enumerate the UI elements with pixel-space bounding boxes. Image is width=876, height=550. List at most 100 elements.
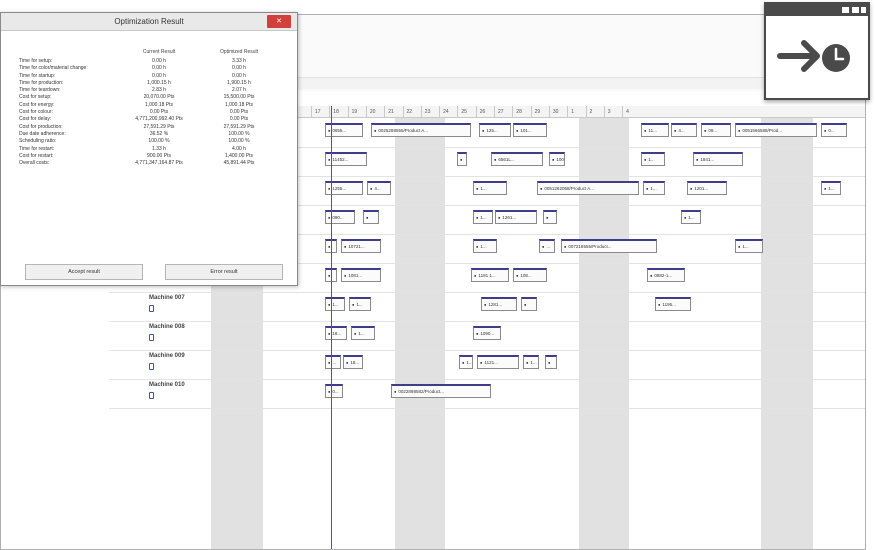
- job-bar[interactable]: 1...: [641, 152, 665, 166]
- result-current-value: 900.00 Pts: [147, 152, 171, 159]
- result-optimized-value: 45,891.44 Pts: [223, 160, 255, 167]
- machine-row[interactable]: Machine 007 1... 1... 1281... 1195...: [109, 292, 865, 322]
- result-row: Time for color/material change: 0.00 h 0.0…: [19, 65, 279, 72]
- day-header-cell: 24: [439, 106, 457, 118]
- result-label: Time for restart:: [19, 145, 55, 152]
- result-optimized-value: 100.00 %: [228, 138, 250, 145]
- job-bar[interactable]: 125...: [479, 123, 511, 137]
- result-optimized-value: 1,900.15 h: [227, 79, 251, 86]
- job-bar[interactable]: 100...: [549, 152, 565, 166]
- result-label: Time for production:: [19, 79, 64, 86]
- job-bar[interactable]: 09...: [701, 123, 731, 137]
- job-bar[interactable]: 1181 1...: [471, 268, 509, 282]
- day-header-cell: 22: [402, 106, 421, 118]
- job-bar[interactable]: 0882-1...: [647, 268, 685, 282]
- result-current-value: 20,070.00 Pts: [143, 94, 175, 101]
- job-bar[interactable]: 1...: [325, 297, 345, 311]
- result-row: Time for teardown: 2.83 h 2.07 h: [19, 87, 279, 94]
- job-bar[interactable]: 007218555/Product...: [561, 239, 657, 253]
- job-bar[interactable]: 090...: [325, 210, 355, 224]
- machine-trash-icon[interactable]: [149, 392, 154, 399]
- result-label: Cost for colour:: [19, 109, 53, 116]
- machine-trash-icon[interactable]: [149, 363, 154, 370]
- job-bar[interactable]: [545, 355, 557, 369]
- job-bar[interactable]: 18...: [343, 355, 363, 369]
- result-row: Cost for setup: 20,070.00 Pts 15,500.00 Pt…: [19, 94, 279, 101]
- job-bar[interactable]: 1...: [351, 326, 375, 340]
- job-bar[interactable]: ...: [325, 355, 341, 369]
- result-optimized-value: 0.00 Pts: [229, 109, 249, 116]
- result-row: Overall costs: 4,771,347,164.87 Pts 45,891…: [19, 160, 279, 167]
- job-bar[interactable]: 101...: [513, 123, 547, 137]
- machine-trash-icon[interactable]: [149, 334, 154, 341]
- job-bar[interactable]: 1261...: [495, 210, 537, 224]
- day-header-cell: 30: [548, 106, 567, 118]
- column-header-current: Current Result: [142, 49, 176, 55]
- job-bar[interactable]: 10721...: [341, 239, 381, 253]
- day-header-cell: 26: [475, 106, 494, 118]
- accept-result-button[interactable]: Accept result: [25, 264, 143, 280]
- job-bar[interactable]: 11...: [641, 123, 669, 137]
- day-header-cell: 18: [329, 106, 347, 118]
- job-bar[interactable]: [543, 210, 557, 224]
- result-current-value: 4,771,200,992.40 Pts: [135, 116, 183, 123]
- result-optimized-value: 0.00 Pts: [229, 116, 249, 123]
- machine-row[interactable]: Machine 010 0... 0022898582/Product...: [109, 379, 865, 409]
- job-bar[interactable]: 1...: [821, 181, 841, 195]
- job-bar[interactable]: 1081...: [341, 268, 381, 282]
- job-bar[interactable]: 1...: [523, 355, 539, 369]
- job-bar[interactable]: 1...: [643, 181, 665, 195]
- job-bar[interactable]: 1201...: [687, 181, 727, 195]
- job-bar[interactable]: 1...: [473, 210, 493, 224]
- dialog-title: Optimization Result: [114, 17, 184, 26]
- result-current-value: 1,000.18 Pts: [144, 101, 174, 108]
- day-header-cell: 28: [512, 106, 530, 118]
- job-bar[interactable]: 1...: [459, 355, 473, 369]
- job-bar[interactable]: 108...: [513, 268, 547, 282]
- machine-row[interactable]: Machine 008 18... 1... 1090...: [109, 321, 865, 351]
- job-bar[interactable]: 0051566588/Prod...: [735, 123, 817, 137]
- dialog-titlebar[interactable]: Optimization Result ✕: [1, 13, 297, 31]
- job-bar[interactable]: 0025288555/Product A...: [371, 123, 471, 137]
- job-bar[interactable]: 1281...: [481, 297, 517, 311]
- job-bar[interactable]: ...: [539, 239, 555, 253]
- result-row: Scheduling ratio: 100.00 % 100.00 %: [19, 138, 279, 145]
- day-header-cell: 20: [365, 106, 384, 118]
- job-bar[interactable]: 1195...: [655, 297, 691, 311]
- machine-label: Machine 009: [149, 353, 185, 359]
- close-button[interactable]: ✕: [267, 15, 291, 28]
- result-row: Cost for energy: 1,000.18 Pts 1,000.18 Pts: [19, 102, 279, 109]
- job-bar[interactable]: 0051262058/Product A...: [537, 181, 639, 195]
- result-table: Current Result Optimized Result Time for…: [19, 49, 279, 167]
- job-bar[interactable]: 1...: [735, 239, 763, 253]
- job-bar[interactable]: 4...: [367, 181, 391, 195]
- job-bar[interactable]: 0...: [325, 384, 343, 398]
- day-header-cell: 1: [567, 106, 585, 118]
- job-bar[interactable]: 0...: [821, 123, 847, 137]
- machine-row[interactable]: Machine 009...18... 1... 1121... 1...: [109, 350, 865, 380]
- job-bar[interactable]: 18...: [325, 326, 347, 340]
- window-square-icon: [852, 7, 859, 13]
- job-bar[interactable]: [521, 297, 537, 311]
- job-bar[interactable]: 1...: [349, 297, 371, 311]
- job-bar[interactable]: 4...: [671, 123, 697, 137]
- job-bar[interactable]: 6561L...: [491, 152, 543, 166]
- result-rows: Time for setup: 0.00 h 3.33 h Time for colo…: [19, 58, 279, 167]
- job-bar[interactable]: [363, 210, 379, 224]
- job-bar[interactable]: 1...: [681, 210, 701, 224]
- job-bar[interactable]: 0022898582/Product...: [391, 384, 491, 398]
- job-bar[interactable]: [457, 152, 467, 166]
- result-label: Time for teardown:: [19, 87, 61, 94]
- job-bar[interactable]: 1...: [473, 181, 507, 195]
- job-bar[interactable]: 1841...: [693, 152, 743, 166]
- machine-label: Machine 007: [149, 295, 185, 301]
- job-bar[interactable]: 1...: [473, 239, 497, 253]
- result-current-value: 0.00 h: [152, 58, 166, 64]
- job-bar[interactable]: 1090...: [473, 326, 501, 340]
- job-bar[interactable]: 1121...: [477, 355, 519, 369]
- error-result-button[interactable]: Error result: [165, 264, 283, 280]
- machine-trash-icon[interactable]: [149, 305, 154, 312]
- result-optimized-value: 3.33 h: [232, 58, 246, 64]
- window-square-icon: [842, 7, 849, 13]
- result-current-value: 0.00 h: [152, 65, 166, 72]
